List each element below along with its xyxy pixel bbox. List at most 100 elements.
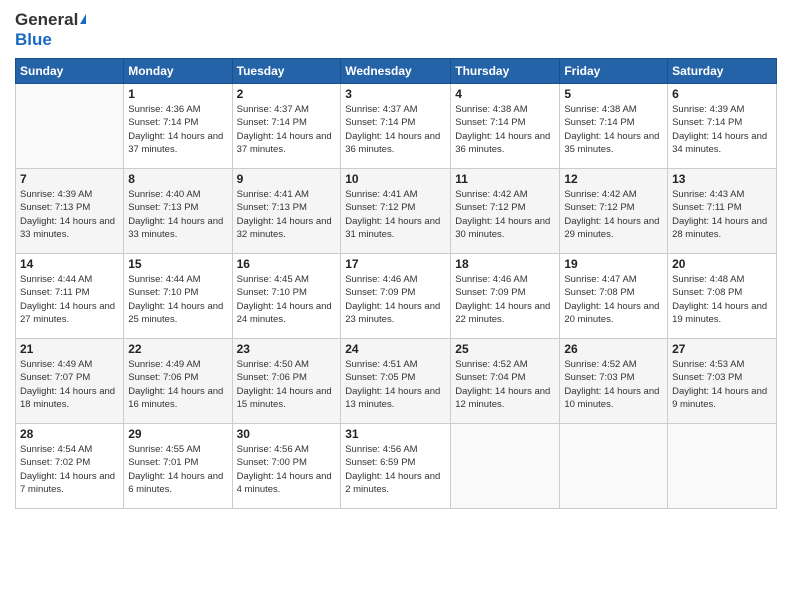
calendar-table: SundayMondayTuesdayWednesdayThursdayFrid… <box>15 58 777 509</box>
day-cell: 27 Sunrise: 4:53 AMSunset: 7:03 PMDayligh… <box>668 339 777 424</box>
week-row-1: 1Sunrise: 4:36 AMSunset: 7:14 PMDaylight… <box>16 84 777 169</box>
day-header-saturday: Saturday <box>668 59 777 84</box>
day-number: 5 <box>564 87 663 101</box>
day-cell: 22Sunrise: 4:49 AMSunset: 7:06 PMDayligh… <box>124 339 232 424</box>
day-number: 7 <box>20 172 119 186</box>
day-info: Sunrise: 4:40 AMSunset: 7:13 PMDaylight:… <box>128 188 227 241</box>
day-info: Sunrise: 4:52 AMSunset: 7:03 PMDaylight:… <box>564 358 663 411</box>
day-number: 28 <box>20 427 119 441</box>
day-header-sunday: Sunday <box>16 59 124 84</box>
day-header-tuesday: Tuesday <box>232 59 341 84</box>
day-number: 16 <box>237 257 337 271</box>
day-cell: 18Sunrise: 4:46 AMSunset: 7:09 PMDayligh… <box>451 254 560 339</box>
day-number: 21 <box>20 342 119 356</box>
day-info: Sunrise: 4:53 AMSunset: 7:03 PMDaylight:… <box>672 358 772 411</box>
day-number: 2 <box>237 87 337 101</box>
day-cell: 30 Sunrise: 4:56 AMSunset: 7:00 PMDayligh… <box>232 424 341 509</box>
day-number: 30 <box>237 427 337 441</box>
day-cell <box>560 424 668 509</box>
day-cell: 7 Sunrise: 4:39 AMSunset: 7:13 PMDaylight… <box>16 169 124 254</box>
day-info: Sunrise: 4:47 AMSunset: 7:08 PMDaylight:… <box>564 273 663 326</box>
day-number: 14 <box>20 257 119 271</box>
day-number: 6 <box>672 87 772 101</box>
day-number: 18 <box>455 257 555 271</box>
day-info: Sunrise: 4:41 AMSunset: 7:12 PMDaylight:… <box>345 188 446 241</box>
day-info: Sunrise: 4:56 AMSunset: 6:59 PMDaylight:… <box>345 443 446 496</box>
day-info: Sunrise: 4:52 AMSunset: 7:04 PMDaylight:… <box>455 358 555 411</box>
day-info: Sunrise: 4:50 AMSunset: 7:06 PMDaylight:… <box>237 358 337 411</box>
day-cell: 24Sunrise: 4:51 AMSunset: 7:05 PMDayligh… <box>341 339 451 424</box>
day-cell: 13 Sunrise: 4:43 AMSunset: 7:11 PMDayligh… <box>668 169 777 254</box>
day-number: 31 <box>345 427 446 441</box>
day-info: Sunrise: 4:38 AMSunset: 7:14 PMDaylight:… <box>564 103 663 156</box>
day-number: 25 <box>455 342 555 356</box>
day-info: Sunrise: 4:56 AMSunset: 7:00 PMDaylight:… <box>237 443 337 496</box>
day-cell: 20Sunrise: 4:48 AMSunset: 7:08 PMDayligh… <box>668 254 777 339</box>
day-cell <box>16 84 124 169</box>
day-number: 15 <box>128 257 227 271</box>
day-number: 12 <box>564 172 663 186</box>
logo-blue: Blue <box>15 30 52 49</box>
logo: General Blue <box>15 10 86 50</box>
day-number: 13 <box>672 172 772 186</box>
day-number: 10 <box>345 172 446 186</box>
day-cell <box>668 424 777 509</box>
day-info: Sunrise: 4:38 AMSunset: 7:14 PMDaylight:… <box>455 103 555 156</box>
day-cell: 21 Sunrise: 4:49 AMSunset: 7:07 PMDayligh… <box>16 339 124 424</box>
header-row-days: SundayMondayTuesdayWednesdayThursdayFrid… <box>16 59 777 84</box>
day-number: 19 <box>564 257 663 271</box>
day-header-monday: Monday <box>124 59 232 84</box>
header-row: General Blue <box>15 10 777 50</box>
logo-general: General <box>15 10 78 30</box>
day-info: Sunrise: 4:54 AMSunset: 7:02 PMDaylight:… <box>20 443 119 496</box>
day-number: 26 <box>564 342 663 356</box>
day-cell: 14 Sunrise: 4:44 AMSunset: 7:11 PMDayligh… <box>16 254 124 339</box>
day-info: Sunrise: 4:44 AMSunset: 7:10 PMDaylight:… <box>128 273 227 326</box>
week-row-4: 21 Sunrise: 4:49 AMSunset: 7:07 PMDayligh… <box>16 339 777 424</box>
day-info: Sunrise: 4:55 AMSunset: 7:01 PMDaylight:… <box>128 443 227 496</box>
day-info: Sunrise: 4:37 AMSunset: 7:14 PMDaylight:… <box>237 103 337 156</box>
day-cell: 25 Sunrise: 4:52 AMSunset: 7:04 PMDayligh… <box>451 339 560 424</box>
day-number: 27 <box>672 342 772 356</box>
day-info: Sunrise: 4:42 AMSunset: 7:12 PMDaylight:… <box>564 188 663 241</box>
day-cell: 16 Sunrise: 4:45 AMSunset: 7:10 PMDayligh… <box>232 254 341 339</box>
day-cell: 5 Sunrise: 4:38 AMSunset: 7:14 PMDaylight… <box>560 84 668 169</box>
day-info: Sunrise: 4:42 AMSunset: 7:12 PMDaylight:… <box>455 188 555 241</box>
main-container: General Blue SundayMondayTuesdayWednesda… <box>0 0 792 519</box>
day-number: 1 <box>128 87 227 101</box>
day-header-thursday: Thursday <box>451 59 560 84</box>
day-info: Sunrise: 4:49 AMSunset: 7:07 PMDaylight:… <box>20 358 119 411</box>
day-number: 23 <box>237 342 337 356</box>
day-number: 9 <box>237 172 337 186</box>
day-info: Sunrise: 4:39 AMSunset: 7:13 PMDaylight:… <box>20 188 119 241</box>
day-info: Sunrise: 4:43 AMSunset: 7:11 PMDaylight:… <box>672 188 772 241</box>
day-cell: 12 Sunrise: 4:42 AMSunset: 7:12 PMDayligh… <box>560 169 668 254</box>
day-info: Sunrise: 4:44 AMSunset: 7:11 PMDaylight:… <box>20 273 119 326</box>
day-number: 29 <box>128 427 227 441</box>
day-cell: 11Sunrise: 4:42 AMSunset: 7:12 PMDayligh… <box>451 169 560 254</box>
day-cell: 4 Sunrise: 4:38 AMSunset: 7:14 PMDaylight… <box>451 84 560 169</box>
day-cell: 8 Sunrise: 4:40 AMSunset: 7:13 PMDaylight… <box>124 169 232 254</box>
day-cell: 29 Sunrise: 4:55 AMSunset: 7:01 PMDayligh… <box>124 424 232 509</box>
day-cell: 28 Sunrise: 4:54 AMSunset: 7:02 PMDayligh… <box>16 424 124 509</box>
day-info: Sunrise: 4:51 AMSunset: 7:05 PMDaylight:… <box>345 358 446 411</box>
day-cell: 3Sunrise: 4:37 AMSunset: 7:14 PMDaylight… <box>341 84 451 169</box>
day-number: 17 <box>345 257 446 271</box>
day-number: 4 <box>455 87 555 101</box>
day-cell: 26 Sunrise: 4:52 AMSunset: 7:03 PMDayligh… <box>560 339 668 424</box>
day-info: Sunrise: 4:41 AMSunset: 7:13 PMDaylight:… <box>237 188 337 241</box>
day-info: Sunrise: 4:39 AMSunset: 7:14 PMDaylight:… <box>672 103 772 156</box>
day-info: Sunrise: 4:45 AMSunset: 7:10 PMDaylight:… <box>237 273 337 326</box>
week-row-3: 14 Sunrise: 4:44 AMSunset: 7:11 PMDayligh… <box>16 254 777 339</box>
day-number: 8 <box>128 172 227 186</box>
day-cell: 17Sunrise: 4:46 AMSunset: 7:09 PMDayligh… <box>341 254 451 339</box>
day-info: Sunrise: 4:48 AMSunset: 7:08 PMDaylight:… <box>672 273 772 326</box>
day-cell: 31 Sunrise: 4:56 AMSunset: 6:59 PMDayligh… <box>341 424 451 509</box>
week-row-2: 7 Sunrise: 4:39 AMSunset: 7:13 PMDaylight… <box>16 169 777 254</box>
day-cell: 19 Sunrise: 4:47 AMSunset: 7:08 PMDayligh… <box>560 254 668 339</box>
day-number: 22 <box>128 342 227 356</box>
day-cell: 2 Sunrise: 4:37 AMSunset: 7:14 PMDaylight… <box>232 84 341 169</box>
day-header-friday: Friday <box>560 59 668 84</box>
day-cell: 1Sunrise: 4:36 AMSunset: 7:14 PMDaylight… <box>124 84 232 169</box>
day-cell: 10 Sunrise: 4:41 AMSunset: 7:12 PMDayligh… <box>341 169 451 254</box>
